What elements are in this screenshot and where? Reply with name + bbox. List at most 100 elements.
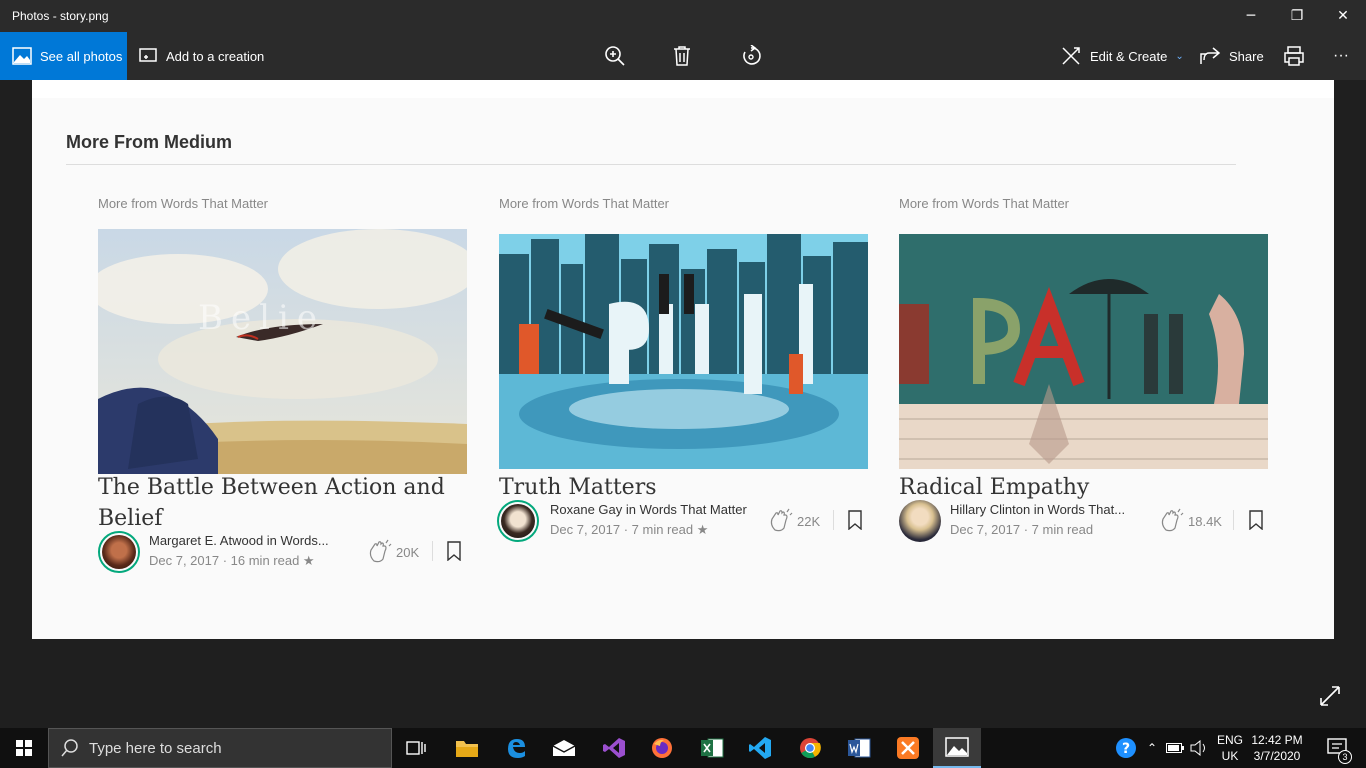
visual-studio-app[interactable] <box>590 728 638 768</box>
title-bar: Photos - story.png ─ ❐ ✕ <box>0 0 1366 32</box>
card-kicker: More from Words That Matter <box>899 196 1070 211</box>
trash-icon <box>674 46 690 66</box>
avatar[interactable] <box>497 500 539 542</box>
clap-icon[interactable] <box>1158 508 1184 534</box>
avatar[interactable] <box>899 500 941 542</box>
chevron-down-icon: ⌄ <box>1175 50 1184 62</box>
story-image-truth[interactable] <box>499 234 868 469</box>
notification-badge: 3 <box>1338 750 1352 764</box>
print-icon <box>1284 46 1304 66</box>
author-name[interactable]: Hillary Clinton in Words That... <box>950 502 1125 517</box>
chevron-up-icon: ⌃ <box>1146 741 1158 755</box>
more-icon: ··· <box>1333 47 1349 64</box>
help-tray-button[interactable]: ? <box>1112 728 1140 768</box>
windows-icon <box>16 740 32 756</box>
clap-count: 18.4K <box>1188 514 1222 529</box>
print-button[interactable] <box>1280 42 1308 70</box>
search-icon <box>61 739 78 757</box>
story-date: Dec 7, 2017 · 7 min read <box>950 522 1094 537</box>
taskbar-search[interactable]: Type here to search <box>48 728 392 768</box>
story-meta: Roxane Gay in Words That Matter Dec 7, 2… <box>497 500 869 544</box>
clap-count: 20K <box>396 545 420 560</box>
firefox-app[interactable] <box>638 728 686 768</box>
task-view-icon <box>406 741 426 755</box>
story-card-2[interactable]: More from Words That Matter Truth Matter… <box>497 196 869 542</box>
time-text: 12:42 PM <box>1251 733 1303 747</box>
svg-text:?: ? <box>1122 741 1130 757</box>
chrome-icon <box>800 738 821 759</box>
story-headline[interactable]: Truth Matters <box>499 472 859 503</box>
restore-icon: ❐ <box>1290 8 1304 24</box>
edge-icon <box>508 739 525 758</box>
rotate-button[interactable] <box>737 42 765 70</box>
clap-icon[interactable] <box>767 508 793 534</box>
photo-icon <box>12 47 32 65</box>
story-date: Dec 7, 2017 · 7 min read ★ <box>550 522 709 537</box>
share-icon <box>1200 47 1221 64</box>
excel-icon <box>701 738 724 758</box>
story-card-3[interactable]: More from Words That Matter Radical Empa… <box>899 196 1269 542</box>
edge-app[interactable] <box>492 728 540 768</box>
xampp-icon <box>897 737 919 759</box>
clock[interactable]: 12:42 PM 3/7/2020 <box>1248 732 1306 764</box>
add-to-creation-label: Add to a creation <box>166 48 265 64</box>
folder-icon <box>456 741 478 757</box>
bookmark-icon[interactable] <box>447 541 461 561</box>
rotate-icon <box>743 45 761 65</box>
chrome-app[interactable] <box>786 728 834 768</box>
visual-studio-icon <box>603 738 625 758</box>
close-button[interactable]: ✕ <box>1320 0 1366 32</box>
story-date: Dec 7, 2017 · 16 min read ★ <box>149 553 315 568</box>
section-title: More From Medium <box>66 132 233 152</box>
bookmark-icon[interactable] <box>848 510 862 530</box>
image-overlay-text: Belie <box>198 298 325 338</box>
add-to-creation-button[interactable]: Add to a creation <box>138 32 264 80</box>
fullscreen-icon[interactable] <box>1318 684 1342 708</box>
share-button[interactable]: Share <box>1199 32 1264 80</box>
story-card-1[interactable]: More from Words That Matter Belie The Ba… <box>98 196 468 573</box>
bookmark-icon[interactable] <box>1249 510 1263 530</box>
input-language[interactable]: ENG UK <box>1212 732 1248 764</box>
delete-button[interactable] <box>668 42 696 70</box>
close-icon: ✕ <box>1337 8 1349 24</box>
file-explorer-app[interactable] <box>443 728 491 768</box>
maximize-button[interactable]: ❐ <box>1274 0 1320 32</box>
battery-icon <box>1166 743 1184 753</box>
task-view-button[interactable] <box>392 728 440 768</box>
help-icon: ? <box>1116 738 1136 758</box>
show-hidden-icons[interactable]: ⌃ <box>1142 728 1162 768</box>
add-creation-icon <box>139 48 157 62</box>
zoom-button[interactable] <box>601 42 629 70</box>
minimize-button[interactable]: ─ <box>1228 0 1274 32</box>
battery-tray[interactable] <box>1164 728 1186 768</box>
vscode-icon <box>749 737 771 759</box>
story-image-belief[interactable]: Belie <box>98 229 467 474</box>
window-title: Photos - story.png <box>12 9 109 23</box>
excel-app[interactable] <box>688 728 736 768</box>
story-meta: Hillary Clinton in Words That... Dec 7, … <box>899 500 1269 544</box>
clap-count: 22K <box>797 514 821 529</box>
volume-icon <box>1190 740 1205 756</box>
see-all-photos-button[interactable]: See all photos <box>0 32 127 80</box>
mail-app[interactable] <box>540 728 588 768</box>
vscode-app[interactable] <box>736 728 784 768</box>
region-code: UK <box>1221 749 1239 763</box>
mail-icon <box>552 740 576 756</box>
story-headline[interactable]: The Battle Between Action and Belief <box>98 472 458 534</box>
clap-icon[interactable] <box>366 539 392 565</box>
xampp-app[interactable] <box>884 728 932 768</box>
word-app[interactable] <box>835 728 883 768</box>
more-button[interactable]: ··· <box>1333 32 1349 80</box>
toolbar: See all photos Add to a creation Edit & … <box>0 32 1366 80</box>
action-center-button[interactable]: 3 <box>1318 728 1358 768</box>
story-image-empathy[interactable] <box>899 234 1268 469</box>
story-headline[interactable]: Radical Empathy <box>899 472 1259 503</box>
start-button[interactable] <box>0 728 48 768</box>
photos-app[interactable] <box>933 728 981 768</box>
edit-create-button[interactable]: Edit & Create ⌄ <box>1060 32 1184 80</box>
author-name[interactable]: Roxane Gay in Words That Matter <box>550 502 747 517</box>
firefox-icon <box>652 738 672 758</box>
avatar[interactable] <box>98 531 140 573</box>
volume-tray[interactable] <box>1188 728 1210 768</box>
author-name[interactable]: Margaret E. Atwood in Words... <box>149 533 329 548</box>
